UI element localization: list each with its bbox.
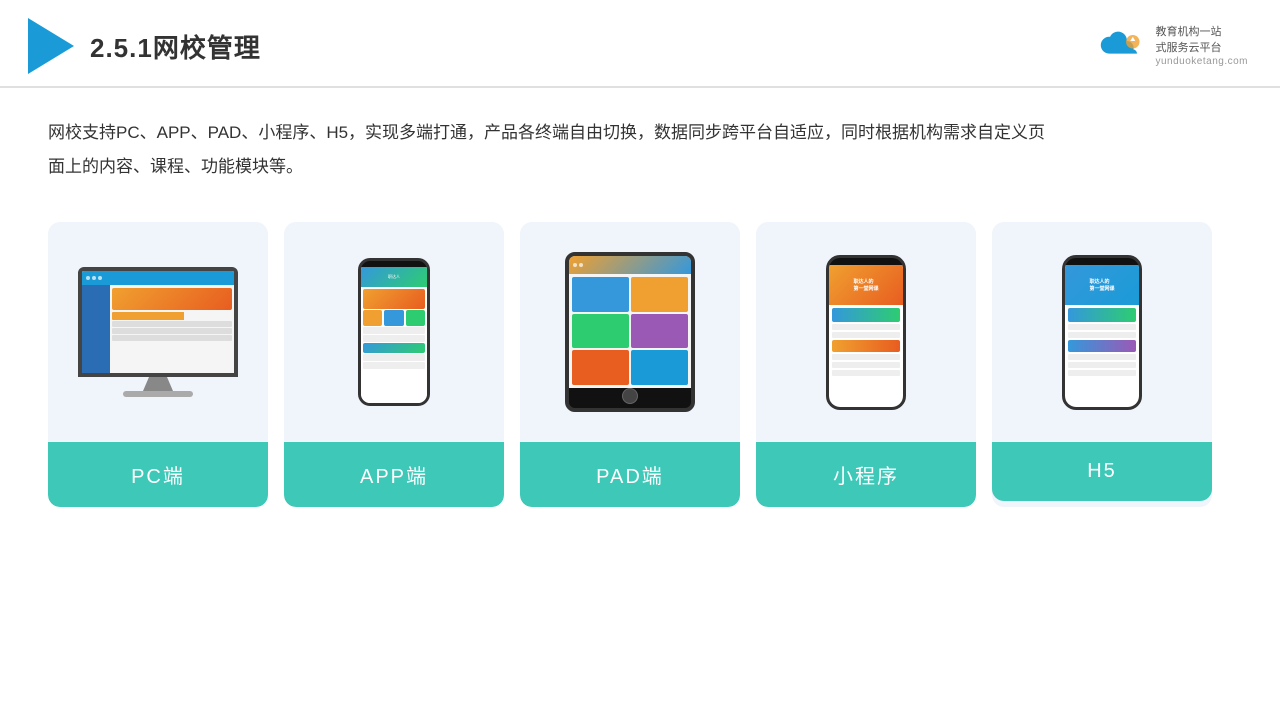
card-h5-label: H5 (992, 442, 1212, 501)
card-pad-image (520, 222, 740, 442)
pc-stand (143, 377, 173, 391)
app-phone-screen: 职达人 (361, 267, 427, 403)
miniprogram-screen: 职达人的第一堂网课 (829, 265, 903, 407)
card-pc: PC端 (48, 222, 268, 507)
header: 2.5.1网校管理 教育机构一站 式服务云平台 yunduoketang.com (0, 0, 1280, 88)
card-pad: PAD端 (520, 222, 740, 507)
card-pc-image (48, 222, 268, 442)
pc-screen (82, 271, 234, 373)
card-miniprogram-label: 小程序 (756, 442, 976, 507)
pc-monitor (78, 267, 238, 377)
cards-container: PC端 职达人 (0, 194, 1280, 535)
pad-device-mockup (565, 252, 695, 412)
card-h5-image: 职达人的第一堂网课 (992, 222, 1212, 442)
card-app-image: 职达人 (284, 222, 504, 442)
cloud-logo-icon (1095, 30, 1147, 62)
pc-base (123, 391, 193, 397)
card-miniprogram: 职达人的第一堂网课 小程序 (756, 222, 976, 507)
card-app: 职达人 (284, 222, 504, 507)
header-left: 2.5.1网校管理 (28, 18, 261, 74)
app-phone-mockup: 职达人 (358, 258, 430, 406)
brand-url: yunduoketang.com (1155, 56, 1248, 67)
brand-area: 教育机构一站 式服务云平台 yunduoketang.com (1095, 25, 1248, 67)
card-miniprogram-image: 职达人的第一堂网课 (756, 222, 976, 442)
h5-screen: 职达人的第一堂网课 (1065, 265, 1139, 407)
brand-info: 教育机构一站 式服务云平台 yunduoketang.com (1155, 25, 1248, 67)
miniprogram-phone-mockup: 职达人的第一堂网课 (826, 255, 906, 410)
pad-home-button (622, 388, 638, 404)
card-h5: 职达人的第一堂网课 H5 (992, 222, 1212, 507)
pad-screen (569, 256, 691, 388)
description-text: 网校支持PC、APP、PAD、小程序、H5，实现多端打通，产品各终端自由切换，数… (0, 88, 1100, 194)
logo-triangle-icon (28, 18, 74, 74)
card-pc-label: PC端 (48, 442, 268, 507)
brand-tagline: 教育机构一站 式服务云平台 (1155, 25, 1248, 56)
h5-phone-mockup: 职达人的第一堂网课 (1062, 255, 1142, 410)
card-pad-label: PAD端 (520, 442, 740, 507)
card-app-label: APP端 (284, 442, 504, 507)
page-title: 2.5.1网校管理 (90, 28, 261, 65)
pc-device-mockup (78, 267, 238, 397)
